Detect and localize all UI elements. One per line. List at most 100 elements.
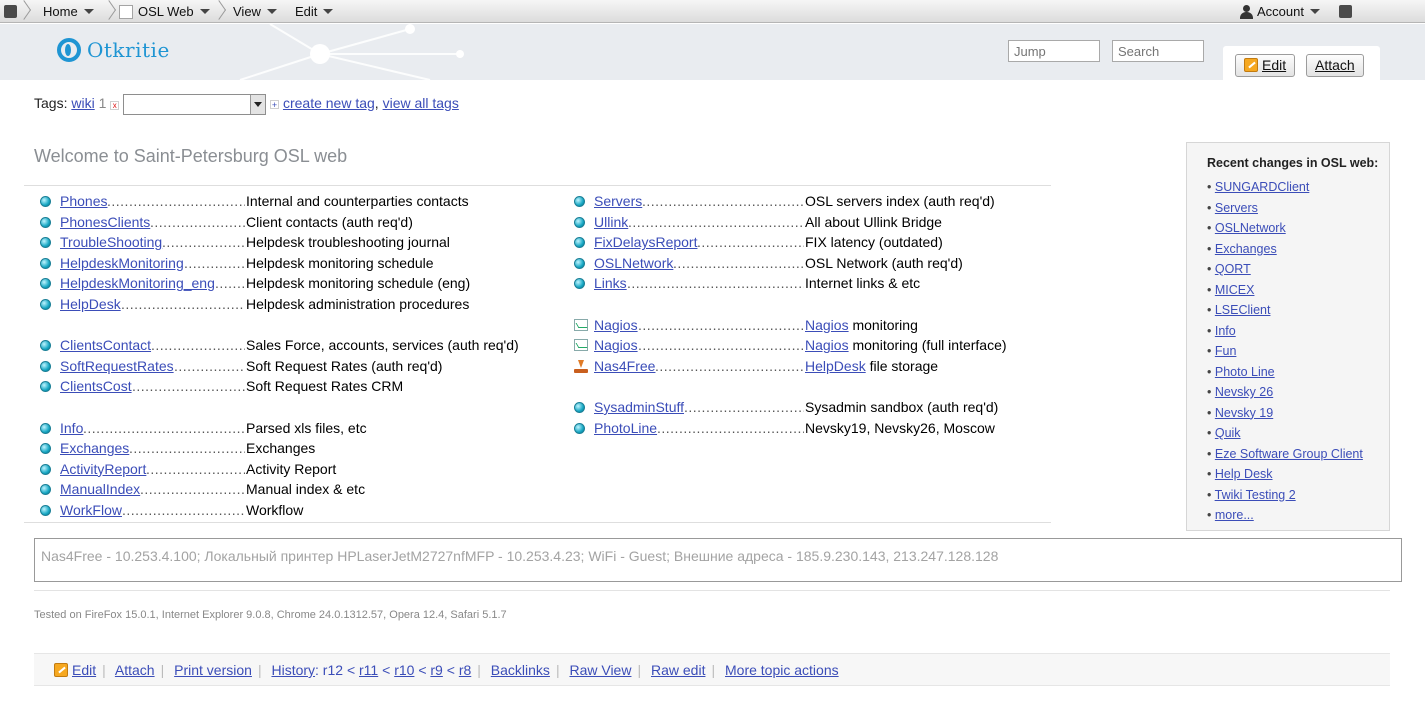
topic-link[interactable]: SoftRequestRates xyxy=(60,356,174,377)
topic-link[interactable]: OSLNetwork xyxy=(594,253,673,274)
raw-view-link[interactable]: Raw View xyxy=(569,662,631,678)
view-all-tags-link[interactable]: view all tags xyxy=(383,95,459,111)
topic-link[interactable]: Links xyxy=(594,273,627,294)
topic-link[interactable]: Nagios xyxy=(594,335,638,356)
bottom-attach-link[interactable]: Attach xyxy=(115,662,155,678)
topic-link[interactable]: Phones xyxy=(60,191,107,212)
list-item: Nagios..................................… xyxy=(574,315,1044,336)
edit-button[interactable]: Edit xyxy=(1235,54,1296,77)
remove-tag-icon[interactable]: x xyxy=(110,101,120,111)
history-current-rev: : r12 xyxy=(315,662,344,678)
recent-change-link[interactable]: Help Desk xyxy=(1215,467,1273,481)
jump-input[interactable] xyxy=(1008,40,1100,62)
rev-r10-link[interactable]: r10 xyxy=(394,662,414,678)
globe-icon xyxy=(574,216,585,228)
topic-description: Helpdesk administration procedures xyxy=(246,295,470,312)
topic-link[interactable]: Nagios xyxy=(594,315,638,336)
recent-change-item: • LSEClient xyxy=(1207,303,1271,317)
recent-change-link[interactable]: OSLNetwork xyxy=(1215,221,1286,235)
topic-link[interactable]: HelpdeskMonitoring_eng xyxy=(60,273,215,294)
chevron-down-icon xyxy=(266,9,277,14)
attach-button[interactable]: Attach xyxy=(1306,54,1364,77)
chevron-down-icon xyxy=(83,9,94,14)
topic-link[interactable]: Info xyxy=(60,418,83,439)
raw-edit-link[interactable]: Raw edit xyxy=(651,662,705,678)
recent-change-link[interactable]: Nevsky 26 xyxy=(1215,385,1273,399)
topic-link[interactable]: Ullink xyxy=(594,212,628,233)
history-link[interactable]: History xyxy=(271,662,315,678)
description-link[interactable]: Nagios xyxy=(805,337,849,353)
topic-description: Nagios monitoring xyxy=(805,315,918,336)
topic-link[interactable]: SysadminStuff xyxy=(594,397,684,418)
globe-icon xyxy=(574,401,585,413)
recent-change-link[interactable]: Twiki Testing 2 xyxy=(1215,488,1296,502)
list-item: PhonesClients..........................C… xyxy=(40,212,560,233)
recent-change-link[interactable]: Servers xyxy=(1215,201,1258,215)
recent-change-link[interactable]: Eze Software Group Client xyxy=(1215,447,1363,461)
print-version-link[interactable]: Print version xyxy=(174,662,252,678)
leader-dots: .......... xyxy=(215,275,245,292)
recent-change-link[interactable]: Info xyxy=(1215,324,1236,338)
web-menu[interactable]: OSL Web xyxy=(119,3,210,20)
rev-r11-link[interactable]: r11 xyxy=(359,662,378,678)
search-input[interactable] xyxy=(1112,40,1204,62)
recent-change-link[interactable]: Photo Line xyxy=(1215,365,1275,379)
topic-actions-bar: Edit | Attach | Print version | History: r1… xyxy=(34,653,1390,686)
bottom-edit-link[interactable]: Edit xyxy=(72,662,96,678)
view-menu[interactable]: View xyxy=(233,3,277,20)
window-icon[interactable] xyxy=(1339,3,1352,20)
recent-change-link[interactable]: Nevsky 19 xyxy=(1215,406,1273,420)
topic-description: OSL servers index (auth req'd) xyxy=(805,193,995,209)
tag-select[interactable] xyxy=(123,94,267,115)
recent-change-link[interactable]: QORT xyxy=(1215,262,1251,276)
add-tag-icon[interactable]: + xyxy=(270,100,280,110)
recent-change-link[interactable]: more... xyxy=(1215,508,1254,522)
home-menu[interactable]: Home xyxy=(43,3,94,20)
topic-list-left: Phones..................................… xyxy=(40,191,560,521)
recent-change-link[interactable]: Fun xyxy=(1215,344,1237,358)
more-topic-actions-link[interactable]: More topic actions xyxy=(725,662,839,678)
edit-menu[interactable]: Edit xyxy=(295,3,334,20)
create-new-tag-link[interactable]: create new tag xyxy=(283,95,375,111)
topic-link[interactable]: WorkFlow xyxy=(60,500,122,521)
topic-link[interactable]: Servers xyxy=(594,191,642,212)
topic-link[interactable]: TroubleShooting xyxy=(60,232,162,253)
topic-description: Manual index & etc xyxy=(246,481,366,498)
topic-link[interactable]: HelpDesk xyxy=(60,294,121,315)
globe-icon xyxy=(40,340,51,352)
tag-wiki-link[interactable]: wiki xyxy=(71,95,94,111)
topic-link[interactable]: HelpdeskMonitoring xyxy=(60,253,184,274)
list-item: ActivityReport..........................… xyxy=(40,459,560,480)
topic-link[interactable]: ManualIndex xyxy=(60,479,140,500)
topic-link[interactable]: Exchanges xyxy=(60,438,129,459)
recent-change-item: • Nevsky 26 xyxy=(1207,385,1274,399)
menu-icon[interactable] xyxy=(4,3,17,20)
topic-link[interactable]: ClientsContact xyxy=(60,335,151,356)
description-link[interactable]: Nagios xyxy=(805,317,849,333)
recent-change-link[interactable]: Quik xyxy=(1215,426,1241,440)
rev-r8-link[interactable]: r8 xyxy=(459,662,471,678)
topic-link[interactable]: PhonesClients xyxy=(60,212,150,233)
leader-dots: ............................. xyxy=(140,481,245,498)
topic-description: HelpDesk file storage xyxy=(805,356,938,377)
description-link[interactable]: HelpDesk xyxy=(805,358,866,374)
recent-change-link[interactable]: MICEX xyxy=(1215,283,1255,297)
leader-dots: ................................ xyxy=(684,398,804,415)
backlinks-link[interactable]: Backlinks xyxy=(491,662,550,678)
pencil-icon xyxy=(1244,58,1258,72)
recent-change-link[interactable]: Exchanges xyxy=(1215,242,1277,256)
account-menu[interactable]: Account xyxy=(1240,3,1320,20)
recent-change-link[interactable]: SUNGARDClient xyxy=(1215,180,1309,194)
logo[interactable]: Otkritie xyxy=(57,38,170,62)
topic-link[interactable]: PhotoLine xyxy=(594,418,657,439)
recent-change-link[interactable]: LSEClient xyxy=(1215,303,1271,317)
topic-link[interactable]: ActivityReport xyxy=(60,459,146,480)
recent-change-item: • Eze Software Group Client xyxy=(1207,446,1363,461)
topic-link[interactable]: Nas4Free xyxy=(594,356,655,377)
topic-link[interactable]: FixDelaysReport xyxy=(594,232,697,253)
globe-icon xyxy=(40,298,51,310)
rev-r9-link[interactable]: r9 xyxy=(430,662,442,678)
list-item: HelpdeskMonitoring_eng..........Helpdesk… xyxy=(40,273,560,294)
globe-icon xyxy=(40,257,51,269)
topic-link[interactable]: ClientsCost xyxy=(60,376,132,397)
